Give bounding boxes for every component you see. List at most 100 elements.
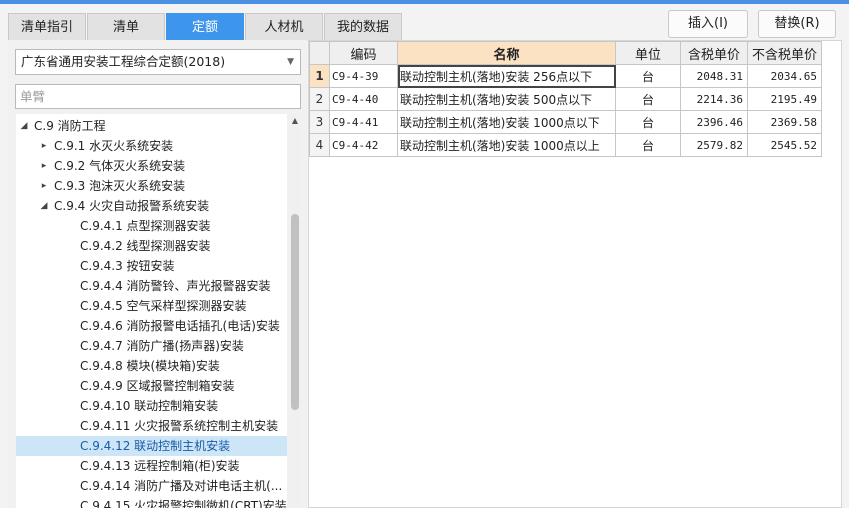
collapse-arrow-icon[interactable]: ◢ bbox=[38, 196, 50, 216]
tree-item-label: C.9.4.9 区域报警控制箱安装 bbox=[80, 379, 235, 393]
table-row[interactable]: 1 C9-4-39 联动控制主机(落地)安装 256点以下台 2048.31 2034.… bbox=[309, 64, 822, 88]
tree-item[interactable]: C.9.4.1 点型探测器安装 bbox=[16, 216, 287, 236]
tab-list[interactable]: 清单 bbox=[87, 13, 165, 41]
name-cell[interactable]: 联动控制主机(落地)安装 500点以下 bbox=[397, 87, 616, 111]
tree-item[interactable]: C.9.4.9 区域报警控制箱安装 bbox=[16, 376, 287, 396]
tree-item[interactable]: C.9.4.10 联动控制箱安装 bbox=[16, 396, 287, 416]
row-number[interactable]: 2 bbox=[309, 87, 330, 111]
chapter-tree: ◢ C.9 消防工程 ▸ C.9.1 水灭火系统安装 ▸ C.9.2 气体灭火系统安装 ▸ C… bbox=[16, 114, 287, 508]
quota-table: 编码 名称 单位 含税单价 不含税单价 1 C9-4-39 联动控制主机(落地)安装… bbox=[309, 41, 822, 157]
tree-item-label: C.9.4.8 模块(模块箱)安装 bbox=[80, 359, 220, 373]
tree-item-label: C.9.4.11 火灾报警系统控制主机安装 bbox=[80, 419, 279, 433]
tree-item-label: C.9.4.14 消防广播及对讲电话主机(... bbox=[80, 479, 283, 493]
table-row[interactable]: 2 C9-4-40 联动控制主机(落地)安装 500点以下台 2214.36 2195.… bbox=[309, 87, 822, 111]
price-without-tax-cell[interactable]: 2195.49 bbox=[747, 87, 822, 111]
tab-list-guide[interactable]: 清单指引 bbox=[8, 13, 86, 41]
tree-item[interactable]: ◢ C.9.4 火灾自动报警系统安装 bbox=[16, 196, 287, 216]
price-with-tax-cell[interactable]: 2048.31 bbox=[680, 64, 748, 88]
search-input[interactable] bbox=[15, 84, 301, 109]
name-cell[interactable]: 联动控制主机(落地)安装 1000点以上 bbox=[397, 133, 616, 157]
tree-item-label: C.9.1 水灭火系统安装 bbox=[54, 139, 174, 153]
tree-item-label: C.9.4.2 线型探测器安装 bbox=[80, 239, 211, 253]
tree-item-label: C.9.4.12 联动控制主机安装 bbox=[80, 439, 231, 453]
code-cell[interactable]: C9-4-40 bbox=[329, 87, 398, 111]
tab-labor-material-machine[interactable]: 人材机 bbox=[245, 13, 323, 41]
tree-item-label: C.9.4.3 按钮安装 bbox=[80, 259, 175, 273]
tree-item-label: C.9.4.15 火灾报警控制微机(CRT)安装 bbox=[80, 499, 287, 508]
quota-tree-panel: 广东省通用安装工程综合定额(2018) ▼ ◢ C.9 消防工程 ▸ C.9.1 水灭… bbox=[8, 40, 307, 508]
row-number[interactable]: 3 bbox=[309, 110, 330, 134]
tree-item[interactable]: ▸ C.9.1 水灭火系统安装 bbox=[16, 136, 287, 156]
name-cell[interactable]: 联动控制主机(落地)安装 1000点以下 bbox=[397, 110, 616, 134]
tree-item-label: C.9.4.4 消防警铃、声光报警器安装 bbox=[80, 279, 271, 293]
tab-bar: 清单指引 清单 定额 人材机 我的数据 bbox=[8, 13, 403, 41]
tree-item-label: C.9.4.10 联动控制箱安装 bbox=[80, 399, 219, 413]
price-with-tax-cell[interactable]: 2214.36 bbox=[680, 87, 748, 111]
price-without-tax-cell[interactable]: 2369.58 bbox=[747, 110, 822, 134]
code-cell[interactable]: C9-4-41 bbox=[329, 110, 398, 134]
tab-my-data[interactable]: 我的数据 bbox=[324, 13, 402, 41]
tree-item-label: C.9.4 火灾自动报警系统安装 bbox=[54, 199, 210, 213]
tree-item[interactable]: C.9.4.5 空气采样型探测器安装 bbox=[16, 296, 287, 316]
tree-item[interactable]: C.9.4.12 联动控制主机安装 bbox=[16, 436, 287, 456]
tree-item[interactable]: C.9.4.8 模块(模块箱)安装 bbox=[16, 356, 287, 376]
tree-item[interactable]: C.9.4.11 火灾报警系统控制主机安装 bbox=[16, 416, 287, 436]
table-row[interactable]: 3 C9-4-41 联动控制主机(落地)安装 1000点以下台 2396.46 2369… bbox=[309, 110, 822, 134]
price-with-tax-cell[interactable]: 2579.82 bbox=[680, 133, 748, 157]
tree-item[interactable]: ▸ C.9.3 泡沫灭火系统安装 bbox=[16, 176, 287, 196]
replace-button[interactable]: 替换(R) bbox=[758, 10, 836, 38]
tree-item-label: C.9.4.13 远程控制箱(柜)安装 bbox=[80, 459, 240, 473]
header-name[interactable]: 名称 bbox=[397, 41, 616, 65]
tree-item[interactable]: ▸ C.9.2 气体灭火系统安装 bbox=[16, 156, 287, 176]
insert-button[interactable]: 插入(I) bbox=[668, 10, 748, 38]
quota-library-select[interactable]: 广东省通用安装工程综合定额(2018) ▼ bbox=[15, 49, 301, 75]
tree-item-label: C.9.4.6 消防报警电话插孔(电话)安装 bbox=[80, 319, 280, 333]
unit-cell[interactable]: 台 bbox=[615, 87, 681, 111]
header-code[interactable]: 编码 bbox=[329, 41, 398, 65]
table-row[interactable]: 4 C9-4-42 联动控制主机(落地)安装 1000点以上台 2579.82 2545… bbox=[309, 133, 822, 157]
header-price-without-tax[interactable]: 不含税单价 bbox=[747, 41, 822, 65]
unit-cell[interactable]: 台 bbox=[615, 110, 681, 134]
header-row-number bbox=[309, 41, 330, 65]
tab-quota[interactable]: 定额 bbox=[166, 13, 244, 41]
tree-item[interactable]: C.9.4.15 火灾报警控制微机(CRT)安装 bbox=[16, 496, 287, 508]
price-without-tax-cell[interactable]: 2545.52 bbox=[747, 133, 822, 157]
quota-table-panel: 编码 名称 单位 含税单价 不含税单价 1 C9-4-39 联动控制主机(落地)安装… bbox=[308, 40, 842, 508]
tree-item[interactable]: C.9.4.14 消防广播及对讲电话主机(... bbox=[16, 476, 287, 496]
tree-item[interactable]: C.9.4.6 消防报警电话插孔(电话)安装 bbox=[16, 316, 287, 336]
row-number[interactable]: 1 bbox=[309, 64, 330, 88]
chevron-down-icon[interactable]: ▼ bbox=[287, 50, 294, 74]
tree-item[interactable]: C.9.4.7 消防广播(扬声器)安装 bbox=[16, 336, 287, 356]
scroll-up-icon[interactable]: ▲ bbox=[289, 114, 301, 128]
quota-library-value: 广东省通用安装工程综合定额(2018) bbox=[21, 54, 226, 69]
tree-item-label: C.9.3 泡沫灭火系统安装 bbox=[54, 179, 186, 193]
unit-cell[interactable]: 台 bbox=[615, 133, 681, 157]
tree-item[interactable]: ◢ C.9 消防工程 bbox=[16, 116, 287, 136]
unit-cell[interactable]: 台 bbox=[615, 64, 681, 88]
expand-arrow-icon[interactable]: ▸ bbox=[38, 156, 50, 176]
tree-item-label: C.9.4.7 消防广播(扬声器)安装 bbox=[80, 339, 244, 353]
row-number[interactable]: 4 bbox=[309, 133, 330, 157]
code-cell[interactable]: C9-4-42 bbox=[329, 133, 398, 157]
table-header-row: 编码 名称 单位 含税单价 不含税单价 bbox=[309, 41, 822, 65]
tree-item-label: C.9 消防工程 bbox=[34, 119, 106, 133]
tree-item-label: C.9.4.1 点型探测器安装 bbox=[80, 219, 211, 233]
tree-item-label: C.9.4.5 空气采样型探测器安装 bbox=[80, 299, 247, 313]
name-cell[interactable]: 联动控制主机(落地)安装 256点以下 bbox=[397, 64, 616, 88]
price-without-tax-cell[interactable]: 2034.65 bbox=[747, 64, 822, 88]
expand-arrow-icon[interactable]: ▸ bbox=[38, 176, 50, 196]
tree-item-label: C.9.2 气体灭火系统安装 bbox=[54, 159, 186, 173]
price-with-tax-cell[interactable]: 2396.46 bbox=[680, 110, 748, 134]
tree-item[interactable]: C.9.4.4 消防警铃、声光报警器安装 bbox=[16, 276, 287, 296]
quota-panel: 清单指引 清单 定额 人材机 我的数据 插入(I) 替换(R) 广东省通用安装工… bbox=[0, 4, 849, 508]
expand-arrow-icon[interactable]: ▸ bbox=[38, 136, 50, 156]
header-price-with-tax[interactable]: 含税单价 bbox=[680, 41, 748, 65]
tree-item[interactable]: C.9.4.13 远程控制箱(柜)安装 bbox=[16, 456, 287, 476]
scrollbar-thumb[interactable] bbox=[291, 214, 299, 410]
tree-item[interactable]: C.9.4.2 线型探测器安装 bbox=[16, 236, 287, 256]
header-unit[interactable]: 单位 bbox=[615, 41, 681, 65]
tree-scrollbar[interactable]: ▲ bbox=[289, 114, 301, 508]
collapse-arrow-icon[interactable]: ◢ bbox=[18, 116, 30, 136]
code-cell[interactable]: C9-4-39 bbox=[329, 64, 398, 88]
tree-item[interactable]: C.9.4.3 按钮安装 bbox=[16, 256, 287, 276]
